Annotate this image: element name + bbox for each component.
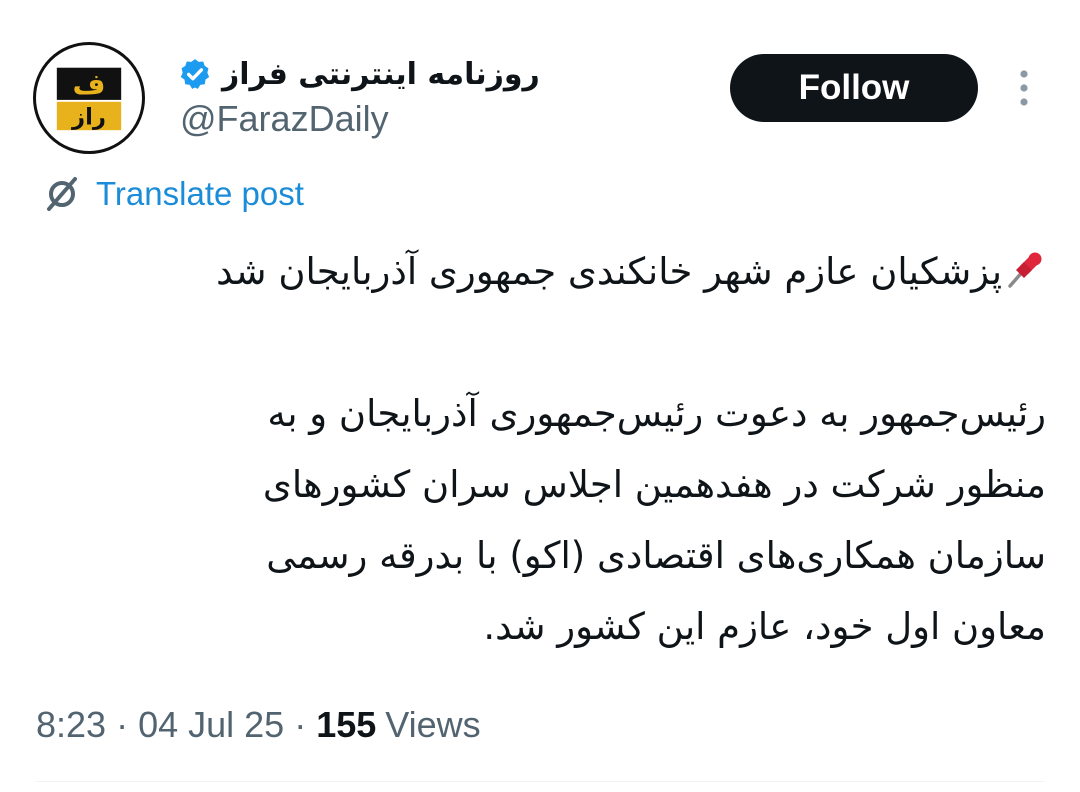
views-count[interactable]: 155 <box>316 704 376 746</box>
post-headline: پزشکیان عازم شهر خانکندی جمهوری آذربایجا… <box>216 250 1002 293</box>
verified-badge-icon <box>180 59 210 89</box>
post-text: پزشکیان عازم شهر خانکندی جمهوری آذربایجا… <box>36 236 1046 662</box>
post-time[interactable]: 8:23 <box>36 704 106 746</box>
pushpin-icon <box>1008 252 1042 288</box>
views-label: Views <box>385 704 481 745</box>
post-date[interactable]: 04 Jul 25 <box>138 704 284 746</box>
follow-button[interactable]: Follow <box>730 54 978 122</box>
translate-label: Translate post <box>96 175 304 212</box>
user-handle[interactable]: @FarazDaily <box>180 98 389 140</box>
tweet-card: ف راز روزنامه اینترنتی فراز @FarazDaily … <box>0 0 1080 792</box>
faraz-logo: ف راز <box>56 67 122 131</box>
display-name: روزنامه اینترنتی فراز <box>222 56 540 92</box>
post-line-6: معاون اول خود، عازم این کشور شد. <box>483 605 1046 648</box>
meta-separator: · <box>116 704 129 745</box>
divider <box>36 781 1044 782</box>
logo-text-top: ف <box>73 68 106 101</box>
meta-separator-2: · <box>294 704 307 745</box>
display-name-row[interactable]: روزنامه اینترنتی فراز <box>178 50 558 98</box>
avatar[interactable]: ف راز <box>33 42 145 154</box>
globe-slash-icon <box>47 177 77 211</box>
post-line-blank <box>36 307 1046 378</box>
post-line-3: رئیس‌جمهور به دعوت رئیس‌جمهوری آذربایجان… <box>267 392 1046 435</box>
translate-post-link[interactable]: Translate post <box>42 172 304 216</box>
post-meta: 8:23 · 04 Jul 25 · 155 Views <box>36 700 481 750</box>
logo-text-bottom: راز <box>71 105 106 131</box>
post-line-5: سازمان همکاری‌های اقتصادی (اکو) با بدرقه… <box>266 534 1046 577</box>
more-vertical-icon[interactable] <box>1012 68 1036 108</box>
post-line-1: پزشکیان عازم شهر خانکندی جمهوری آذربایجا… <box>36 236 1046 307</box>
post-line-4: منظور شرکت در هفدهمین اجلاس سران کشورهای <box>262 463 1046 506</box>
